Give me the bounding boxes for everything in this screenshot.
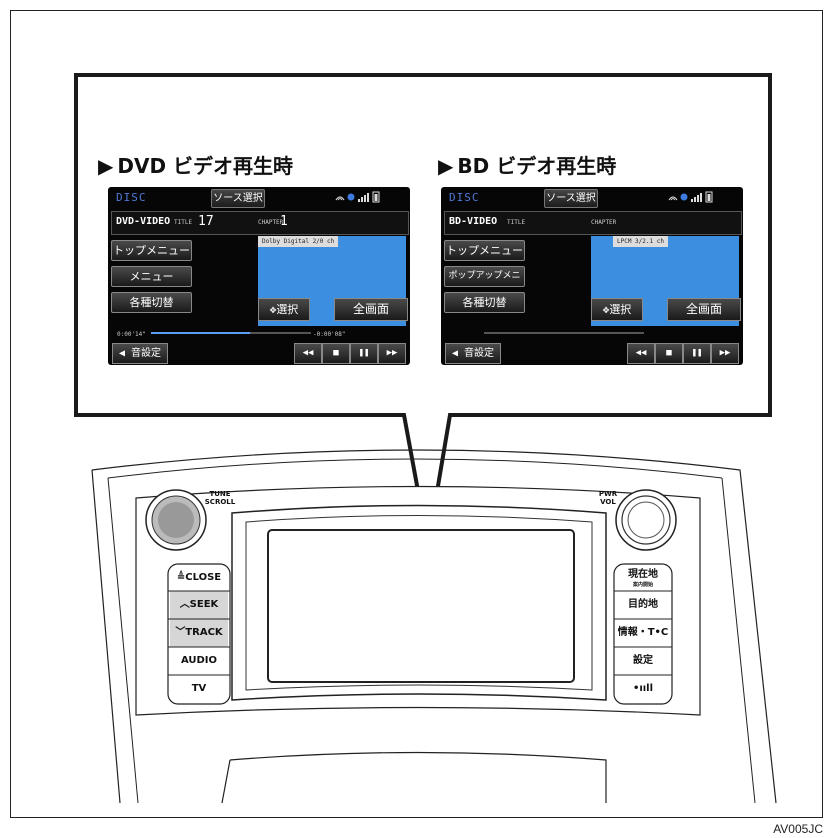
elapsed-time: 0:00'14" xyxy=(117,331,146,338)
progress-bar[interactable] xyxy=(444,327,740,339)
voice-button[interactable]: •ııll xyxy=(616,676,670,702)
guidance-start-label: 案内開始 xyxy=(632,582,653,588)
disc-format: BD-VIDEO xyxy=(449,216,498,227)
screen-top-bar: DISC ソース選択 xyxy=(108,187,410,209)
fullscreen-button[interactable]: 全画面 xyxy=(667,298,741,321)
sound-settings-label: 音設定 xyxy=(464,348,495,359)
arrow-right-icon: ▶ xyxy=(98,154,114,178)
arrow-right-icon: ▶ xyxy=(438,154,454,178)
signal-bar-2 xyxy=(361,197,363,202)
fast-forward-button[interactable]: ▶▶ xyxy=(378,343,406,364)
signal-bar-3 xyxy=(697,195,699,202)
battery-level xyxy=(374,194,378,201)
fast-forward-button[interactable]: ▶▶ xyxy=(711,343,739,364)
info-tc-button[interactable]: 情報・T•C xyxy=(616,620,670,646)
disc-label: DISC xyxy=(449,191,480,204)
signal-bar-4 xyxy=(700,193,702,202)
speaker-icon: ◀ xyxy=(118,348,125,359)
signal-bar-1 xyxy=(691,199,693,202)
signal-bar-4 xyxy=(367,193,369,202)
signal-bar-3 xyxy=(364,195,366,202)
dvd-heading: ▶ DVD ビデオ再生時 xyxy=(98,150,293,179)
status-icons xyxy=(668,191,713,203)
figure-code: AV005JC xyxy=(773,822,823,836)
bd-heading: ▶ BD ビデオ再生時 xyxy=(438,150,616,179)
chapter-number: 1 xyxy=(280,214,288,229)
bottom-bar: ◀ 音設定 ◀◀ ■ ❚❚ ▶▶ xyxy=(441,342,743,364)
source-select-button[interactable]: ソース選択 xyxy=(544,189,598,208)
audio-button[interactable]: AUDIO xyxy=(170,648,228,674)
disc-format: DVD-VIDEO xyxy=(116,216,171,227)
settings-button[interactable]: 設定 xyxy=(616,648,670,674)
select-label: 選択 xyxy=(276,303,299,316)
source-select-button[interactable]: ソース選択 xyxy=(211,189,265,208)
progress-bar[interactable]: 0:00'14" -0:00'08" xyxy=(111,327,407,339)
menu-button[interactable]: メニュー xyxy=(111,266,192,287)
speaker-icon: ◀ xyxy=(451,348,458,359)
track-button[interactable]: ﹀TRACK xyxy=(170,620,228,646)
stop-button[interactable]: ■ xyxy=(655,343,683,364)
bluetooth-icon xyxy=(347,193,355,201)
disc-label: DISC xyxy=(116,191,147,204)
destination-button[interactable]: 目的地 xyxy=(616,592,670,618)
pwr-vol-label: PWR VOL xyxy=(598,490,618,506)
wifi-inner-icon xyxy=(337,198,343,201)
seek-button[interactable]: ︿SEEK xyxy=(170,592,228,618)
track-info-bar: BD-VIDEO TITLE CHAPTER xyxy=(444,211,742,235)
rewind-button[interactable]: ◀◀ xyxy=(294,343,322,364)
rewind-button[interactable]: ◀◀ xyxy=(627,343,655,364)
wifi-inner-icon xyxy=(670,198,676,201)
switch-button[interactable]: 各種切替 xyxy=(111,292,192,313)
pause-button[interactable]: ❚❚ xyxy=(683,343,711,364)
tune-scroll-label: TUNE SCROLL xyxy=(204,490,236,506)
status-icons xyxy=(335,191,380,203)
signal-bar-1 xyxy=(358,199,360,202)
popup-menu-button[interactable]: ポップアップメニュー xyxy=(444,266,525,300)
tv-button[interactable]: TV xyxy=(170,676,228,702)
sound-settings-button[interactable]: ◀ 音設定 xyxy=(112,343,168,364)
track-info-bar: DVD-VIDEO TITLE 17 CHAPTER 1 xyxy=(111,211,409,235)
title-label: TITLE xyxy=(507,219,526,226)
title-label: TITLE xyxy=(174,219,193,226)
bd-screen: DISC ソース選択 BD-VIDEO TITLE CHAPTER LPCM 3… xyxy=(441,187,743,365)
battery-level xyxy=(707,194,711,201)
audio-format-badge: Dolby Digital 2/0 ch xyxy=(258,236,339,247)
current-location-button[interactable]: 現在地 案内開始 xyxy=(616,565,670,591)
audio-format-badge: LPCM 3/2.1 ch xyxy=(613,236,668,247)
pause-button[interactable]: ❚❚ xyxy=(350,343,378,364)
dvd-heading-text: DVD ビデオ再生時 xyxy=(117,154,294,178)
dvd-screen: DISC ソース選択 DVD-VIDEO TITLE 17 CHAPTER 1 … xyxy=(108,187,410,365)
callout-bubble xyxy=(74,73,772,546)
select-button[interactable]: ✥選択 xyxy=(591,298,643,321)
chapter-label: CHAPTER xyxy=(591,219,617,226)
bd-heading-text: BD ビデオ再生時 xyxy=(457,154,617,178)
title-number: 17 xyxy=(198,214,214,229)
remaining-time: -0:00'08" xyxy=(313,331,346,338)
select-button[interactable]: ✥選択 xyxy=(258,298,310,321)
sound-settings-button[interactable]: ◀ 音設定 xyxy=(445,343,501,364)
fullscreen-button[interactable]: 全画面 xyxy=(334,298,408,321)
signal-bar-2 xyxy=(694,197,696,202)
current-location-label: 現在地 xyxy=(628,569,658,580)
bottom-bar: ◀ 音設定 ◀◀ ■ ❚❚ ▶▶ xyxy=(108,342,410,364)
close-button[interactable]: ≜CLOSE xyxy=(170,565,228,591)
sound-settings-label: 音設定 xyxy=(131,348,162,359)
stop-button[interactable]: ■ xyxy=(322,343,350,364)
screen-top-bar: DISC ソース選択 xyxy=(441,187,743,209)
bluetooth-icon xyxy=(680,193,688,201)
switch-button[interactable]: 各種切替 xyxy=(444,292,525,313)
top-menu-button[interactable]: トップメニュー xyxy=(444,240,525,261)
top-menu-button[interactable]: トップメニュー xyxy=(111,240,192,261)
select-label: 選択 xyxy=(609,303,632,316)
